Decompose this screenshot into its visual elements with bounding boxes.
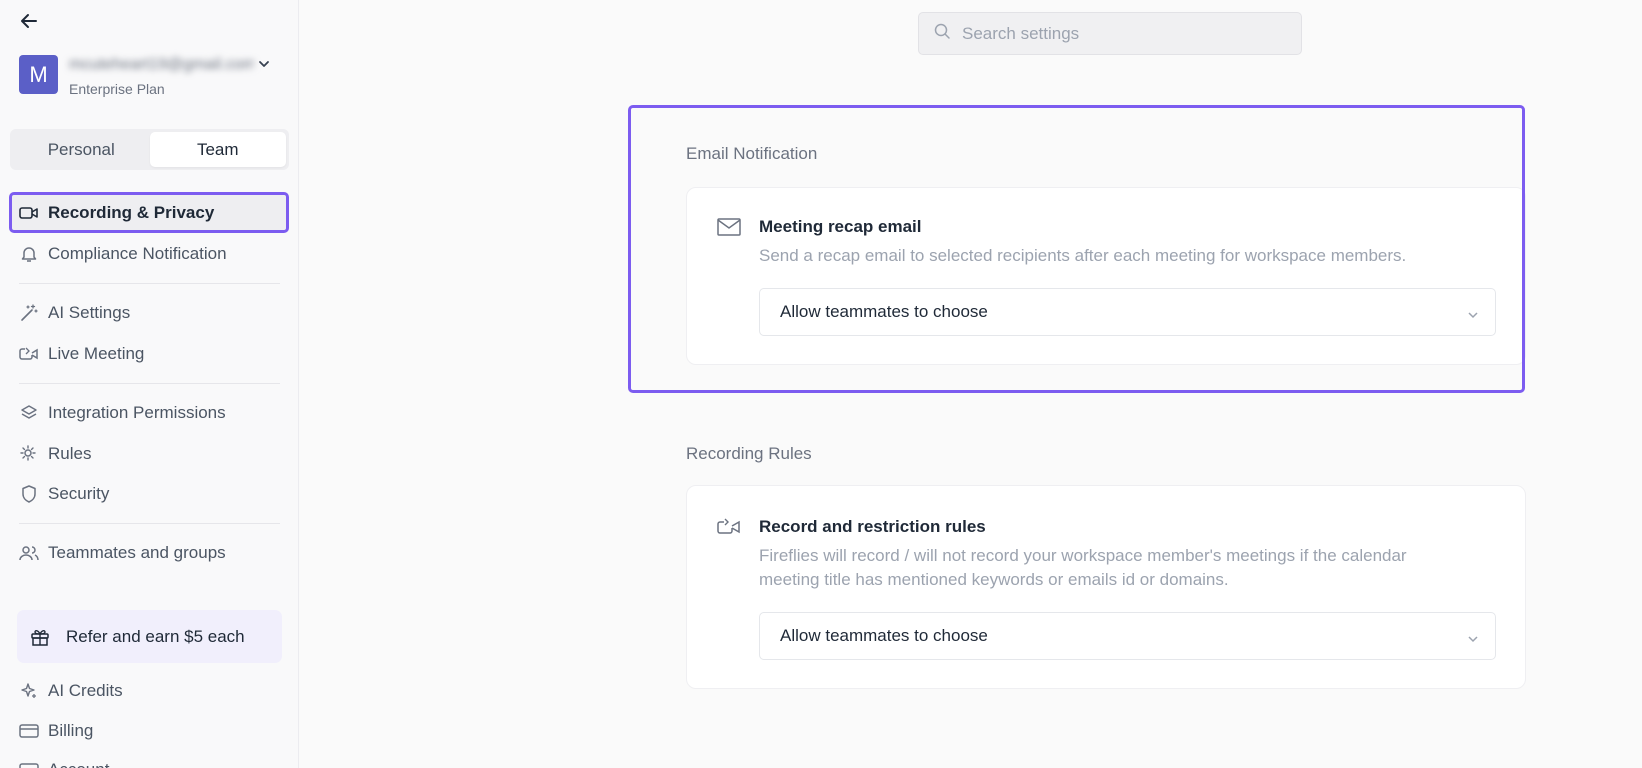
sidebar-item-label: AI Settings [48, 303, 131, 322]
section-title-email: Email Notification [686, 144, 818, 163]
sidebar-item-live-meeting[interactable]: Live Meeting [19, 339, 281, 369]
video-forward-icon [19, 344, 39, 364]
back-arrow-icon[interactable] [18, 10, 40, 32]
video-forward-icon [717, 518, 741, 541]
sidebar-item-label: Account [48, 760, 109, 768]
avatar: M [19, 55, 58, 94]
record-rules-card: Record and restriction rules Fireflies w… [686, 485, 1526, 689]
sidebar-item-label: Teammates and groups [48, 543, 226, 562]
bell-icon [19, 244, 39, 264]
sidebar-item-label: Rules [48, 444, 92, 463]
sidebar-item-teammates[interactable]: Teammates and groups [19, 538, 281, 568]
search-input[interactable] [962, 23, 1282, 44]
sidebar-item-label: Billing [48, 721, 94, 740]
sidebar: M mcuteheart19@gmail.com Enterprise Plan… [0, 0, 299, 768]
sidebar-item-label: Live Meeting [48, 344, 145, 363]
chevron-down-icon[interactable] [257, 57, 271, 76]
sidebar-item-recording-privacy[interactable]: Recording & Privacy [19, 198, 281, 228]
chevron-down-icon [1467, 630, 1479, 650]
card-title: Record and restriction rules [759, 517, 986, 536]
account-icon [19, 760, 39, 768]
users-icon [19, 543, 39, 563]
sidebar-item-label: AI Credits [48, 681, 123, 700]
tab-team[interactable]: Team [149, 132, 286, 167]
select-value: Allow teammates to choose [780, 626, 988, 645]
sidebar-item-ai-settings[interactable]: AI Settings [19, 298, 281, 328]
divider [19, 383, 280, 384]
section-title-recording: Recording Rules [686, 444, 812, 463]
card-description: Send a recap email to selected recipient… [759, 246, 1407, 265]
sidebar-item-label: Integration Permissions [48, 403, 226, 422]
account-plan: Enterprise Plan [69, 81, 165, 97]
sparkles-icon [19, 681, 39, 701]
card-title: Meeting recap email [759, 217, 922, 236]
sidebar-item-compliance-notification[interactable]: Compliance Notification [19, 239, 281, 269]
divider [19, 283, 280, 284]
credit-card-icon [19, 721, 39, 741]
mail-icon [717, 218, 741, 241]
scope-toggle: Personal Team [10, 129, 289, 170]
shield-icon [19, 484, 39, 504]
sidebar-item-label: Security [48, 484, 110, 503]
video-camera-icon [19, 203, 39, 223]
sidebar-item-label: Compliance Notification [48, 244, 227, 263]
refer-label: Refer and earn $5 each [66, 626, 245, 646]
meeting-recap-card: Meeting recap email Send a recap email t… [686, 187, 1526, 365]
search-icon [934, 23, 951, 45]
layers-icon [19, 403, 39, 423]
gear-users-icon [19, 444, 39, 464]
gift-icon [30, 627, 52, 647]
sidebar-item-account[interactable]: Account [19, 755, 281, 768]
sidebar-item-security[interactable]: Security [19, 479, 281, 509]
meeting-recap-select[interactable]: Allow teammates to choose [759, 288, 1496, 336]
account-switcher[interactable]: M mcuteheart19@gmail.com Enterprise Plan [19, 55, 281, 97]
account-email: mcuteheart19@gmail.com [69, 56, 254, 73]
chevron-down-icon [1467, 306, 1479, 326]
magic-wand-icon [19, 303, 39, 323]
sidebar-item-billing[interactable]: Billing [19, 716, 281, 746]
tab-personal[interactable]: Personal [13, 132, 150, 167]
refer-and-earn-button[interactable]: Refer and earn $5 each [17, 610, 282, 663]
sidebar-item-ai-credits[interactable]: AI Credits [19, 676, 281, 706]
sidebar-item-integration-permissions[interactable]: Integration Permissions [19, 398, 281, 428]
sidebar-item-rules[interactable]: Rules [19, 439, 281, 469]
select-value: Allow teammates to choose [780, 302, 988, 321]
search-bar[interactable] [918, 12, 1302, 55]
sidebar-item-label: Recording & Privacy [48, 203, 215, 222]
record-rules-select[interactable]: Allow teammates to choose [759, 612, 1496, 660]
divider [19, 523, 280, 524]
card-description: Fireflies will record / will not record … [759, 546, 1407, 589]
